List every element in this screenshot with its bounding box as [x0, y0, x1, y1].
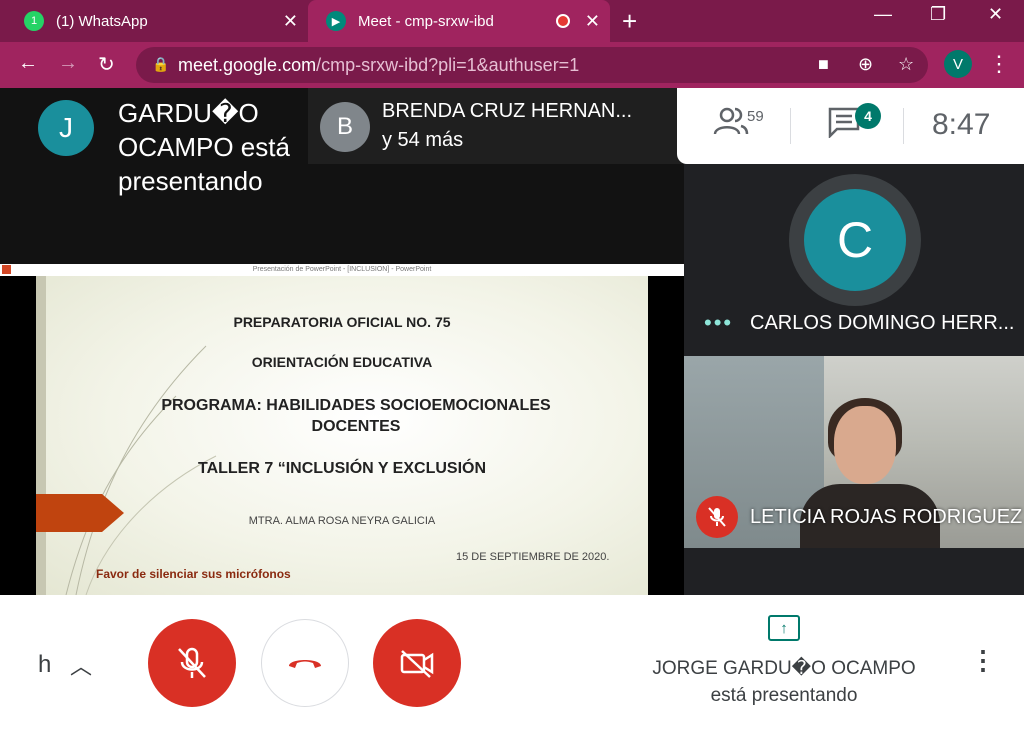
slide-line-teacher: MTRA. ALMA ROSA NEYRA GALICIA — [248, 515, 436, 527]
recording-icon — [556, 14, 570, 28]
participants-more-count: y 54 más — [382, 129, 464, 151]
tab-title: (1) WhatsApp — [56, 12, 148, 30]
presenting-status: está presentando — [710, 685, 858, 706]
tab-whatsapp[interactable]: 1 (1) WhatsApp ✕ — [0, 0, 308, 42]
slide-line-area: ORIENTACIÓN EDUCATIVA — [251, 354, 433, 370]
presenting-name: JORGE GARDU�O OCAMPO — [652, 658, 916, 679]
maximize-button[interactable]: ❐ — [930, 4, 946, 25]
people-count: 59 — [747, 108, 764, 125]
profile-avatar[interactable]: V — [944, 50, 972, 78]
chevron-up-icon[interactable]: ︿ — [70, 649, 92, 681]
close-window-button[interactable]: ✕ — [988, 4, 1003, 25]
slide-line-program: PROGRAMA: HABILIDADES SOCIOEMOCIONALES D… — [161, 397, 551, 435]
other-participants-chip[interactable]: B BRENDA CRUZ HERNAN... y 54 más — [308, 88, 684, 164]
participant-avatar: B — [320, 102, 370, 152]
lock-icon[interactable]: 🔒 — [152, 56, 169, 73]
video-person-face — [834, 406, 896, 484]
tab-meet[interactable]: ▶ Meet - cmp-srxw-ibd ✕ — [308, 0, 610, 42]
audio-activity-icon: ••• — [704, 310, 734, 335]
shared-screen: Presentación de PowerPoint - [INCLUSION]… — [0, 264, 684, 595]
microphone-toggle-button[interactable] — [148, 619, 236, 707]
slide-line-school: PREPARATORIA OFICIAL NO. 75 — [233, 314, 451, 330]
slide-line-workshop: TALLER 7 “INCLUSIÓN Y EXCLUSIÓN — [197, 460, 487, 477]
meet-stage: J GARDU�O OCAMPO está presentando B BREN… — [0, 88, 1024, 595]
participant-video-tile[interactable]: LETICIA ROJAS RODRIGUEZ — [684, 356, 1024, 548]
close-tab-icon[interactable]: ✕ — [585, 11, 600, 32]
meeting-controls-bar: h ︿ ↑ JORGE GARDU�O OCAMPO está presenta… — [0, 595, 1024, 730]
presentation-pane: J GARDU�O OCAMPO está presentando B BREN… — [0, 88, 684, 595]
url-path: /cmp-srxw-ibd?pli=1&authuser=1 — [316, 55, 580, 75]
chat-unread-badge: 4 — [855, 103, 881, 129]
powerpoint-window-title: Presentación de PowerPoint - [INCLUSION]… — [0, 264, 684, 276]
participant-name: LETICIA ROJAS RODRIGUEZ — [750, 506, 1023, 528]
participant-name: CARLOS DOMINGO HERR... — [750, 312, 1015, 334]
meeting-details-label[interactable]: h — [38, 651, 51, 679]
leave-call-button[interactable] — [261, 619, 349, 707]
present-screen-icon[interactable]: ↑ — [768, 615, 800, 641]
participant-name: BRENDA CRUZ HERNAN... — [382, 100, 633, 122]
back-arrow-icon[interactable]: ← — [18, 52, 38, 75]
address-bar[interactable]: 🔒 meet.google.com/cmp-srxw-ibd?pli=1&aut… — [136, 47, 928, 83]
meeting-top-panel: 59 4 8:47 — [677, 88, 1024, 164]
muted-mic-icon — [696, 496, 738, 538]
slide-line-note: Favor de silenciar sus micrófonos — [96, 567, 291, 581]
powerpoint-icon — [2, 265, 11, 274]
navigation-bar: ← → ↻ 🔒 meet.google.com/cmp-srxw-ibd?pli… — [0, 42, 1024, 88]
url-text[interactable]: meet.google.com/cmp-srxw-ibd?pli=1&authu… — [178, 55, 579, 76]
meet-icon: ▶ — [326, 11, 346, 31]
divider — [903, 108, 904, 144]
slide-line-date: 15 DE SEPTIEMBRE DE 2020. — [456, 551, 610, 563]
forward-arrow-icon[interactable]: → — [58, 52, 78, 75]
participant-avatar: C — [804, 189, 906, 291]
url-host: meet.google.com — [178, 55, 317, 75]
divider — [790, 108, 791, 144]
browser-menu-icon[interactable]: ⋮ — [988, 51, 1010, 77]
hang-up-icon — [289, 660, 321, 668]
meeting-clock: 8:47 — [932, 108, 991, 141]
more-options-icon[interactable]: ⋮ — [970, 645, 996, 676]
camera-icon[interactable]: ■ — [818, 54, 829, 75]
participant-tile[interactable]: C ••• CARLOS DOMINGO HERR... — [684, 164, 1024, 356]
camera-toggle-button[interactable] — [373, 619, 461, 707]
people-icon — [713, 107, 749, 135]
presenter-banner-text: GARDU�O OCAMPO está presentando — [118, 98, 290, 196]
presenter-avatar: J — [38, 100, 94, 156]
reload-icon[interactable]: ↻ — [98, 52, 115, 77]
bookmark-star-icon[interactable]: ☆ — [898, 54, 914, 75]
minimize-button[interactable]: — — [874, 4, 892, 25]
whatsapp-icon: 1 — [24, 11, 44, 31]
new-tab-button[interactable]: + — [622, 6, 637, 37]
presentation-slide: PREPARATORIA OFICIAL NO. 75 ORIENTACIÓN … — [36, 276, 648, 595]
zoom-icon[interactable]: ⊕ — [858, 54, 873, 75]
tab-strip: 1 (1) WhatsApp ✕ ▶ Meet - cmp-srxw-ibd ✕… — [0, 0, 1024, 42]
camera-off-icon — [400, 650, 434, 678]
mic-off-icon — [178, 647, 206, 678]
close-tab-icon[interactable]: ✕ — [283, 11, 298, 32]
tab-title: Meet - cmp-srxw-ibd — [358, 12, 494, 30]
